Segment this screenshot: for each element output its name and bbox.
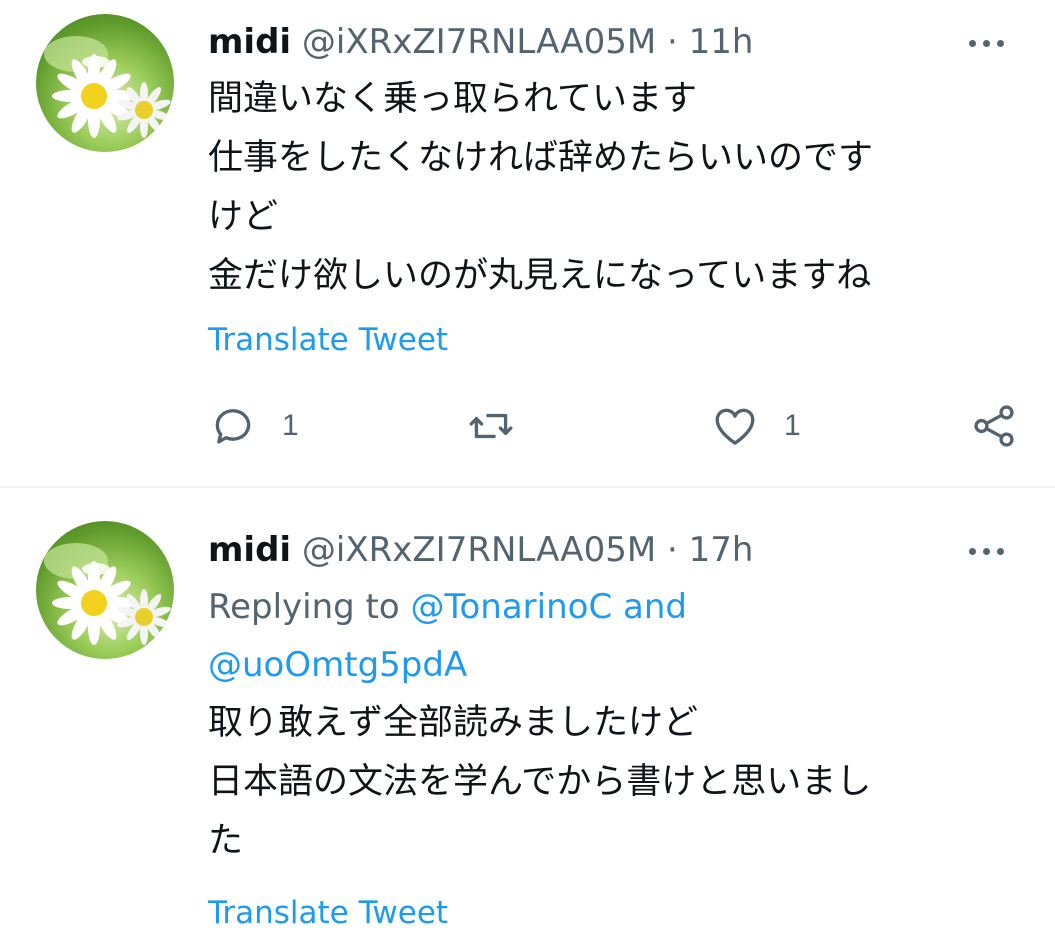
tweet-text-line: た: [208, 821, 244, 861]
more-options-button[interactable]: [965, 530, 1015, 570]
mention-link[interactable]: @TonarinoC: [411, 587, 613, 627]
user-handle[interactable]: @iXRxZI7RNLAA05M: [302, 530, 656, 570]
reply-button[interactable]: 1: [208, 398, 299, 454]
mention-and[interactable]: and: [623, 587, 687, 627]
tweet-text: 間違いなく乗っ取られています 仕事をしたくなければ辞めたらいいのです けど 金だ…: [208, 70, 1015, 306]
translate-tweet-link[interactable]: Translate Tweet: [208, 320, 1015, 360]
timestamp[interactable]: 17h: [689, 530, 754, 570]
user-handle[interactable]: @iXRxZI7RNLAA05M: [302, 22, 656, 62]
share-icon: [974, 405, 1014, 447]
tweet-content: midi @iXRxZI7RNLAA05M · 11h 間違いなく乗っ取られてい…: [208, 20, 1015, 360]
timestamp[interactable]: 11h: [689, 22, 754, 62]
tweet-header: midi @iXRxZI7RNLAA05M · 17h: [208, 528, 1015, 572]
like-button[interactable]: 1: [710, 398, 801, 454]
avatar[interactable]: [36, 14, 174, 152]
separator-dot: ·: [666, 530, 678, 570]
tweet-text-line: 取り敢えず全部読みましたけど: [208, 703, 699, 743]
tweet-text-line: けど: [208, 197, 279, 237]
heart-icon: [715, 408, 755, 445]
reply-bubble-icon: [215, 409, 251, 444]
reply-count: 1: [282, 409, 299, 442]
tweet-content: midi @iXRxZI7RNLAA05M · 17h Replying to …: [208, 528, 1015, 933]
daisy-flower-icon: [44, 36, 171, 138]
display-name[interactable]: midi: [208, 22, 291, 62]
tweet-text-line: 日本語の文法を学んでから書けと思いまし: [208, 762, 872, 802]
tweet-header: midi @iXRxZI7RNLAA05M · 11h: [208, 20, 1015, 64]
tweet-text-line: 仕事をしたくなければ辞めたらいいのです: [208, 138, 874, 178]
display-name[interactable]: midi: [208, 530, 291, 570]
replying-to: Replying to @TonarinoC and @uoOmtg5pdA: [208, 578, 1015, 694]
translate-tweet-link[interactable]: Translate Tweet: [208, 893, 1015, 933]
tweet[interactable]: midi @iXRxZI7RNLAA05M · 17h Replying to …: [0, 488, 1055, 933]
tweet-actions: 1 1: [208, 398, 1019, 454]
tweet-text-line: 間違いなく乗っ取られています: [208, 79, 697, 119]
more-horizontal-icon: [969, 548, 976, 555]
tweet-text: 取り敢えず全部読みましたけど 日本語の文法を学んでから書けと思いまし た: [208, 694, 1015, 871]
more-horizontal-icon: [969, 40, 976, 47]
daisy-flower-icon: [44, 543, 171, 645]
tweet[interactable]: midi @iXRxZI7RNLAA05M · 11h 間違いなく乗っ取られてい…: [0, 0, 1055, 486]
more-options-button[interactable]: [965, 22, 1015, 62]
like-count: 1: [784, 409, 801, 442]
retweet-button[interactable]: [466, 398, 516, 454]
share-button[interactable]: [969, 398, 1019, 454]
retweet-icon: [469, 413, 513, 439]
avatar[interactable]: [36, 521, 174, 659]
mention-link[interactable]: @uoOmtg5pdA: [208, 645, 467, 685]
separator-dot: ·: [666, 22, 678, 62]
tweet-text-line: 金だけ欲しいのが丸見えになっていますね: [208, 256, 872, 296]
replying-to-label: Replying to: [208, 587, 400, 627]
